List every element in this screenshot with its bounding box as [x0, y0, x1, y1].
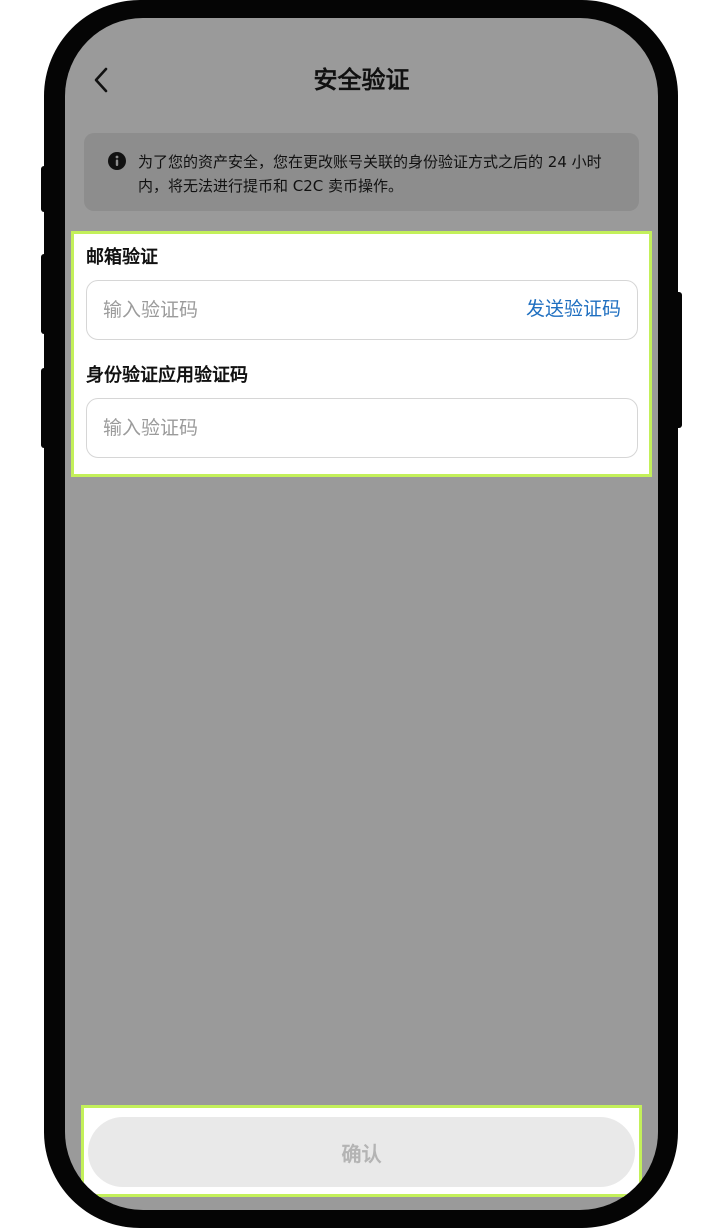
nav-bar: 安全验证 — [65, 18, 658, 138]
email-code-field: 发送验证码 — [86, 280, 638, 340]
confirm-area: 确认 — [81, 1105, 642, 1197]
confirm-button[interactable]: 确认 — [88, 1117, 635, 1187]
verification-form: 邮箱验证 发送验证码 身份验证应用验证码 — [71, 231, 652, 477]
email-verification-label: 邮箱验证 — [86, 247, 158, 268]
authenticator-code-field — [86, 398, 638, 458]
device-stage: 安全验证 为了您的资产安全，您在更改账号关联的身份验证方式之后的 24 小时内，… — [0, 0, 723, 1228]
authenticator-code-input[interactable] — [103, 399, 503, 456]
info-icon — [108, 152, 126, 170]
email-code-input[interactable] — [103, 281, 503, 338]
security-notice: 为了您的资产安全，您在更改账号关联的身份验证方式之后的 24 小时内，将无法进行… — [84, 133, 639, 211]
notice-text: 为了您的资产安全，您在更改账号关联的身份验证方式之后的 24 小时内，将无法进行… — [138, 153, 602, 195]
authenticator-code-label: 身份验证应用验证码 — [86, 365, 248, 386]
page-title: 安全验证 — [313, 66, 410, 94]
send-code-button[interactable]: 发送验证码 — [526, 281, 621, 338]
app-screen: 安全验证 为了您的资产安全，您在更改账号关联的身份验证方式之后的 24 小时内，… — [65, 18, 658, 1210]
